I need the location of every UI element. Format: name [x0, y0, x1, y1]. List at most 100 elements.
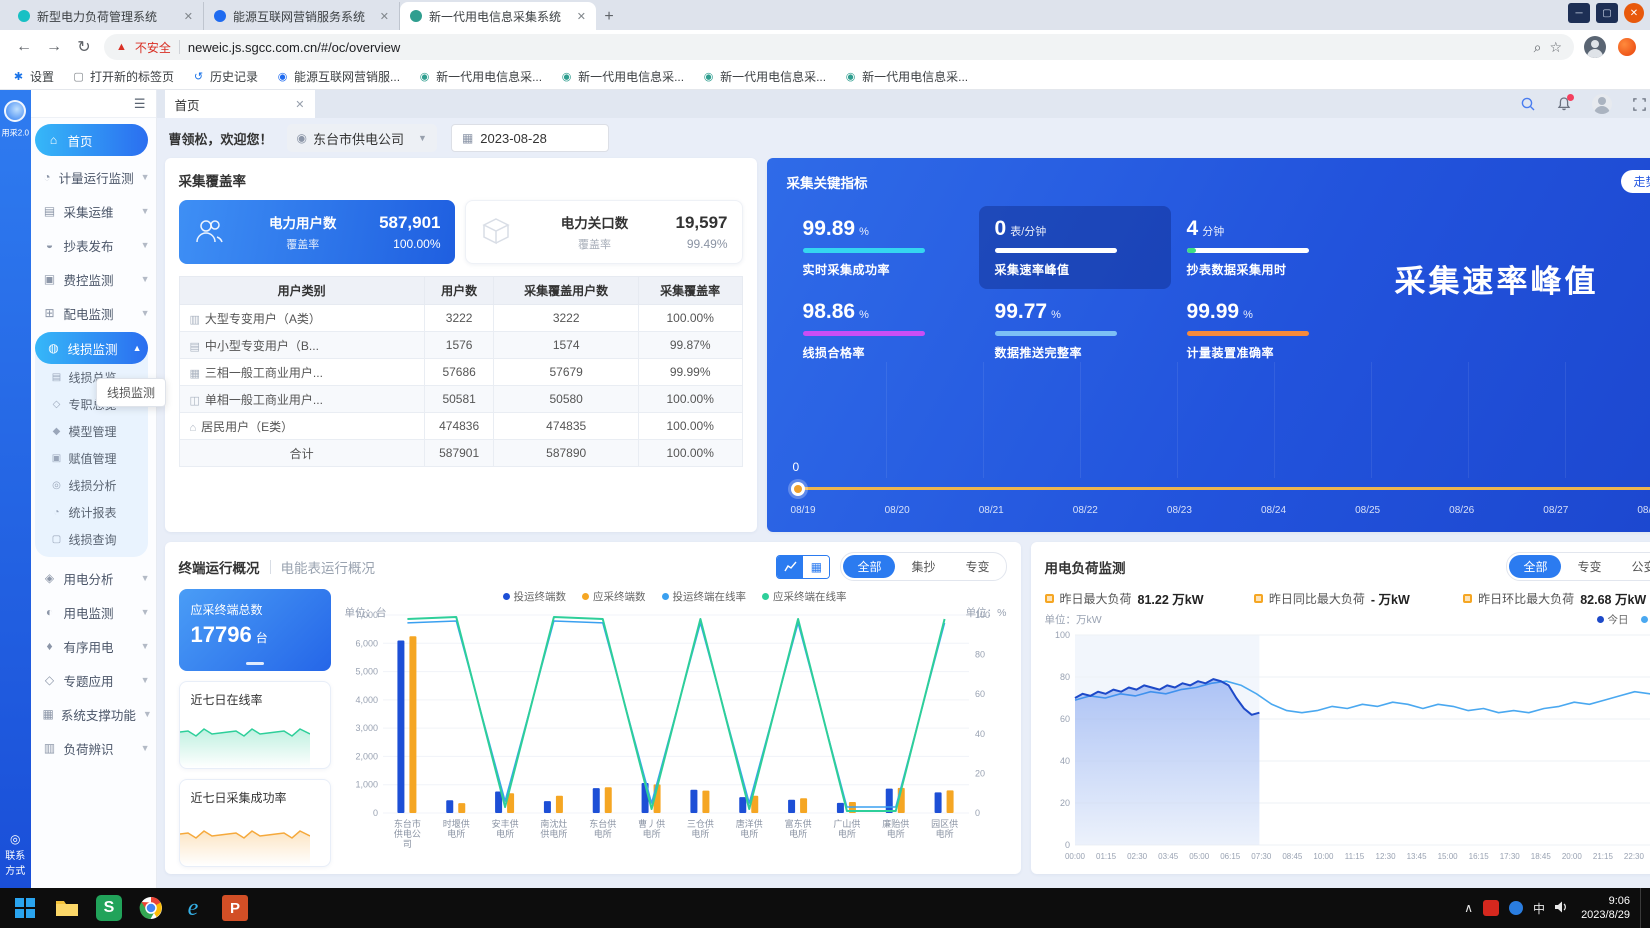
chart-view-button[interactable]: [777, 556, 803, 578]
terminal-tab[interactable]: 电能表运行概况: [281, 557, 376, 577]
sidebar-item[interactable]: ▣费控监测▼: [31, 262, 156, 296]
volume-icon[interactable]: [1555, 901, 1569, 916]
svg-text:02:30: 02:30: [1127, 852, 1148, 861]
coverage-card[interactable]: 电力关口数覆盖率19,59799.49%: [465, 200, 743, 264]
sidebar-item[interactable]: ◇专题应用▼: [31, 663, 156, 697]
filter-pill[interactable]: 集抄: [897, 555, 949, 578]
bookmark-star-icon[interactable]: ☆: [1549, 39, 1562, 56]
success-rate-card[interactable]: 近七日采集成功率: [179, 779, 331, 867]
globe-green-icon: ◉: [844, 70, 857, 83]
bookmark-item[interactable]: ◉能源互联网营销服...: [276, 68, 400, 85]
tab-close-icon[interactable]: ✕: [575, 10, 588, 23]
bookmark-item[interactable]: ▢打开新的标签页: [72, 68, 174, 85]
tray-expand-icon[interactable]: ∧: [1464, 901, 1473, 915]
page-tab-home[interactable]: 首页 ✕: [165, 90, 315, 118]
sidebar-subitem[interactable]: ▣赋值管理: [35, 445, 148, 472]
sidebar-subitem[interactable]: ◔统计报表: [35, 499, 148, 526]
svg-text:0: 0: [373, 808, 378, 818]
terminal-total-card[interactable]: 应采终端总数 17796台: [179, 589, 331, 671]
user-avatar[interactable]: [1592, 94, 1612, 114]
sidebar-item[interactable]: ▤采集运维▼: [31, 194, 156, 228]
online-rate-card[interactable]: 近七日在线率: [179, 681, 331, 769]
file-explorer-icon[interactable]: [46, 888, 88, 928]
url-field[interactable]: ▲ 不安全 neweic.js.sgcc.com.cn/#/oc/overvie…: [104, 34, 1574, 60]
new-tab-button[interactable]: +: [596, 4, 622, 30]
browser-tab[interactable]: 新一代用电信息采集系统✕: [400, 2, 596, 30]
powerpoint-icon[interactable]: P: [214, 888, 256, 928]
filter-pill[interactable]: 全部: [1509, 555, 1561, 578]
ie-icon[interactable]: e: [172, 888, 214, 928]
window-close-button[interactable]: ✕: [1624, 3, 1644, 23]
contact-button[interactable]: ◎ 联系 方式: [5, 832, 25, 878]
browser-tab[interactable]: 新型电力负荷管理系统✕: [8, 2, 204, 30]
sidebar-item[interactable]: ◔计量运行监测▼: [31, 160, 156, 194]
stat-value: 82.68 万kW: [1580, 589, 1646, 608]
column-header: 用户数: [424, 277, 494, 305]
start-button[interactable]: [4, 888, 46, 928]
zoom-icon[interactable]: ⌕: [1534, 39, 1542, 56]
subitem-icon: ◆: [51, 426, 63, 437]
sidebar-collapse-icon[interactable]: ☰: [134, 96, 146, 112]
sidebar-item[interactable]: ⌂首页: [35, 124, 148, 156]
date-picker[interactable]: ▦ 2023-08-28: [451, 124, 609, 152]
bookmark-item[interactable]: ◉新一代用电信息采...: [844, 68, 968, 85]
terminal-tab[interactable]: 终端运行概况: [179, 557, 260, 577]
sidebar-item[interactable]: ⊞配电监测▼: [31, 296, 156, 330]
sidebar-item[interactable]: ◒抄表发布▼: [31, 228, 156, 262]
bookmark-item[interactable]: ◉新一代用电信息采...: [702, 68, 826, 85]
legend-item[interactable]: 投运终端在线率: [662, 589, 747, 604]
bookmark-item[interactable]: ◉新一代用电信息采...: [560, 68, 684, 85]
legend-item[interactable]: 今日: [1597, 612, 1629, 627]
filter-pill[interactable]: 公变: [1618, 555, 1650, 578]
window-maximize-button[interactable]: ▢: [1596, 3, 1618, 23]
reload-icon[interactable]: ↻: [74, 37, 94, 57]
sidebar-subitem[interactable]: ◆模型管理: [35, 418, 148, 445]
browser-tab[interactable]: 能源互联网营销服务系统✕: [204, 2, 400, 30]
bookmark-item[interactable]: ↺历史记录: [192, 68, 258, 85]
sidebar-subitem[interactable]: ▢线损查询: [35, 526, 148, 553]
window-minimize-button[interactable]: ─: [1568, 3, 1590, 23]
tab-close-icon[interactable]: ✕: [182, 10, 195, 23]
svg-text:13:45: 13:45: [1406, 852, 1427, 861]
sidebar-item[interactable]: ◍线损监测▲: [35, 332, 148, 364]
fullscreen-icon[interactable]: [1632, 96, 1648, 112]
legend-item[interactable]: 应采终端在线率: [762, 589, 847, 604]
page-tab-close-icon[interactable]: ✕: [295, 98, 304, 111]
search-icon[interactable]: [1520, 96, 1536, 112]
browser-profile-badge-icon[interactable]: [1618, 38, 1636, 56]
bookmark-item[interactable]: ◉新一代用电信息采...: [418, 68, 542, 85]
filter-pill[interactable]: 专变: [1563, 555, 1615, 578]
filter-pill[interactable]: 专变: [952, 555, 1004, 578]
clock[interactable]: 9:06 2023/8/29: [1581, 894, 1630, 923]
legend-item[interactable]: 昨日: [1641, 612, 1650, 627]
coverage-card[interactable]: 电力用户数覆盖率587,901100.00%: [179, 200, 455, 264]
kpi-unit: %: [859, 309, 869, 321]
tab-close-icon[interactable]: ✕: [378, 10, 391, 23]
browser-avatar[interactable]: [1584, 36, 1606, 58]
sidebar-item[interactable]: ◈用电分析▼: [31, 561, 156, 595]
tray-help-icon[interactable]: [1509, 901, 1523, 915]
legend-item[interactable]: 应采终端数: [582, 589, 646, 604]
org-selector[interactable]: ◉ 东台市供电公司 ▼: [287, 124, 437, 152]
ime-indicator[interactable]: 中: [1533, 900, 1545, 917]
s-app-icon[interactable]: S: [88, 888, 130, 928]
sidebar-subitem[interactable]: ◎线损分析: [35, 472, 148, 499]
trend-badge-button[interactable]: 走势: [1621, 170, 1650, 193]
show-desktop-button[interactable]: [1640, 888, 1646, 928]
table-view-button[interactable]: ▦: [803, 556, 829, 578]
sidebar-item[interactable]: ♦有序用电▼: [31, 629, 156, 663]
filter-pill[interactable]: 全部: [843, 555, 895, 578]
notification-bell-icon[interactable]: [1556, 96, 1572, 112]
bookmark-item[interactable]: ✱设置: [12, 68, 54, 85]
back-icon[interactable]: ←: [14, 38, 34, 56]
svg-text:20: 20: [1060, 798, 1070, 808]
sidebar-item[interactable]: ▥负荷辨识▼: [31, 731, 156, 765]
tray-app-icon[interactable]: [1483, 900, 1499, 916]
forward-icon[interactable]: →: [44, 38, 64, 56]
chrome-icon[interactable]: [130, 888, 172, 928]
legend-item[interactable]: 投运终端数: [503, 589, 567, 604]
sidebar-item[interactable]: ▦系统支撑功能▼: [31, 697, 156, 731]
menu-icon: ▤: [43, 204, 57, 218]
timeline-data-point[interactable]: [791, 482, 805, 496]
sidebar-item[interactable]: ◐用电监测▼: [31, 595, 156, 629]
